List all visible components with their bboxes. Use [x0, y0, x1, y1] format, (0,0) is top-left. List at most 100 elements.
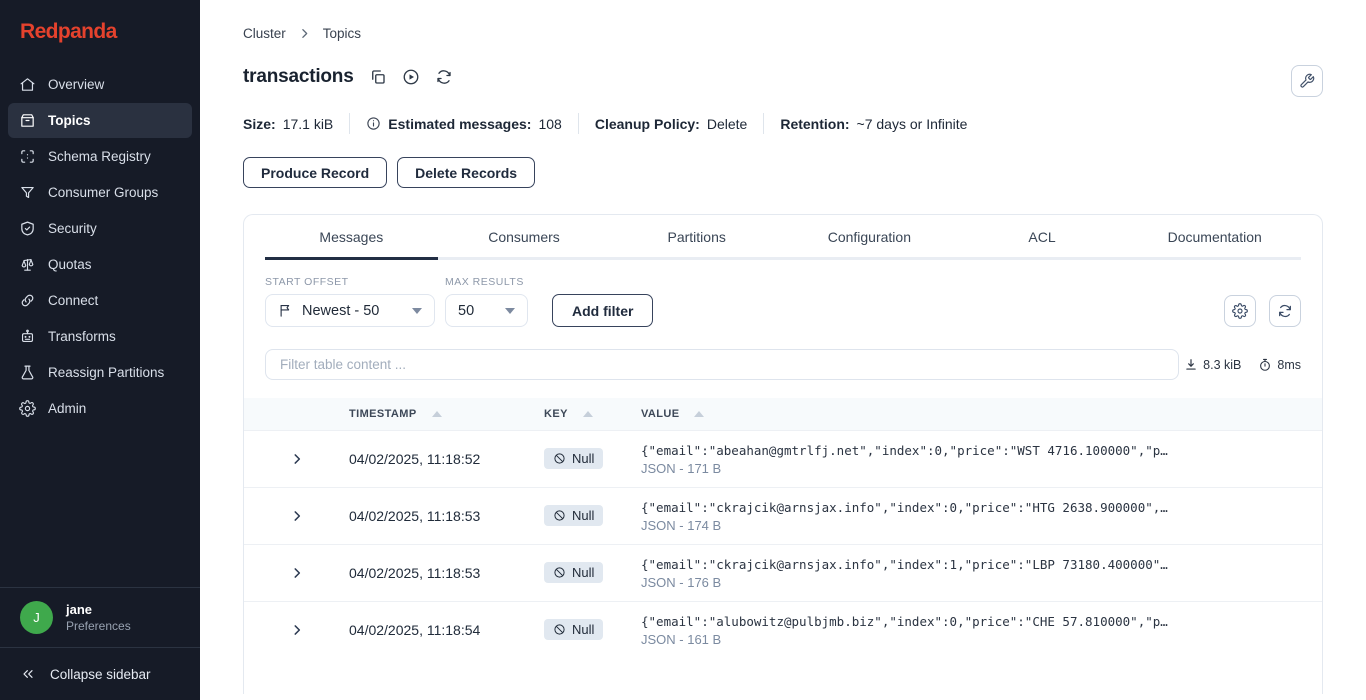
tab-acl[interactable]: ACL: [956, 215, 1129, 257]
sidebar-item-label: Reassign Partitions: [48, 365, 165, 380]
sidebar-item-reassign-partitions[interactable]: Reassign Partitions: [8, 355, 192, 390]
sidebar-item-label: Overview: [48, 77, 105, 92]
user-name: jane: [66, 602, 93, 617]
sidebar: Redpanda Overview Topics Schema Registry…: [0, 0, 200, 700]
message-timestamp: 04/02/2025, 11:18:53: [349, 565, 481, 581]
user-preferences-link[interactable]: Preferences: [66, 619, 131, 633]
expand-row-button[interactable]: [244, 623, 349, 637]
refresh-icon[interactable]: [435, 68, 453, 86]
sidebar-item-label: Schema Registry: [48, 149, 151, 164]
sidebar-item-label: Quotas: [48, 257, 92, 272]
topic-actions: Produce Record Delete Records: [243, 157, 1323, 188]
filter-table-input[interactable]: [265, 349, 1179, 380]
expand-row-button[interactable]: [244, 566, 349, 580]
column-header-timestamp[interactable]: TIMESTAMP: [349, 408, 544, 420]
info-icon: [367, 117, 380, 130]
key-null-badge: Null: [544, 619, 604, 640]
start-offset-label: START OFFSET: [265, 276, 349, 288]
sidebar-item-schema-registry[interactable]: Schema Registry: [8, 139, 192, 174]
sidebar-item-label: Admin: [48, 401, 87, 416]
sidebar-item-security[interactable]: Security: [8, 211, 192, 246]
column-header-value[interactable]: VALUE: [641, 408, 1322, 420]
robot-icon: [21, 329, 34, 343]
sidebar-item-topics[interactable]: Topics: [8, 103, 192, 138]
prohibit-icon: [554, 510, 565, 521]
play-circle-icon[interactable]: [402, 68, 420, 86]
breadcrumb: Cluster Topics: [243, 26, 1323, 41]
prohibit-icon: [554, 453, 565, 464]
gear-icon: [1232, 303, 1248, 319]
copy-icon[interactable]: [369, 68, 387, 86]
stat-cleanup-policy: Cleanup Policy: Delete: [594, 115, 748, 132]
max-results-label: MAX RESULTS: [445, 276, 524, 288]
sort-icon: [431, 411, 442, 417]
delete-records-button[interactable]: Delete Records: [397, 157, 536, 188]
page-title: transactions: [243, 66, 354, 87]
sidebar-item-label: Connect: [48, 293, 99, 308]
tab-messages[interactable]: Messages: [265, 215, 438, 260]
main-content: Cluster Topics transactions Size: 17.1 k…: [200, 0, 1366, 694]
message-value-cell[interactable]: {"email":"ckrajcik@arnsjax.info","index"…: [641, 557, 1322, 590]
fetch-stats: 8.3 kiB 8ms: [1184, 358, 1301, 372]
message-timestamp: 04/02/2025, 11:18:54: [349, 622, 481, 638]
breadcrumb-topics[interactable]: Topics: [323, 26, 361, 41]
sidebar-nav: Overview Topics Schema Registry Consumer…: [0, 60, 200, 433]
refresh-messages-button[interactable]: [1269, 295, 1301, 327]
table-filter-row: 8.3 kiB 8ms: [265, 349, 1301, 380]
column-header-key[interactable]: KEY: [544, 408, 641, 420]
max-results-select[interactable]: 50: [445, 294, 528, 327]
funnel-icon: [21, 186, 34, 199]
table-row: 04/02/2025, 11:18:52 Null {"email":"abea…: [244, 430, 1322, 487]
key-null-badge: Null: [544, 448, 604, 469]
sidebar-item-admin[interactable]: Admin: [8, 391, 192, 426]
message-settings-button[interactable]: [1224, 295, 1256, 327]
sort-icon: [582, 411, 593, 417]
messages-table: TIMESTAMP KEY VALUE 04/02/2025, 11:18:52: [244, 398, 1322, 658]
breadcrumb-cluster[interactable]: Cluster: [243, 26, 286, 41]
topic-tools-button[interactable]: [1291, 65, 1323, 97]
sidebar-item-overview[interactable]: Overview: [8, 67, 192, 102]
start-offset-select[interactable]: Newest - 50: [265, 294, 435, 327]
payload-size: 8.3 kiB: [1184, 358, 1241, 372]
tab-configuration[interactable]: Configuration: [783, 215, 956, 257]
avatar: J: [20, 601, 53, 634]
collapse-sidebar-button[interactable]: Collapse sidebar: [0, 647, 200, 700]
user-profile[interactable]: J jane Preferences: [0, 587, 200, 647]
expand-row-button[interactable]: [244, 509, 349, 523]
sidebar-item-label: Topics: [48, 113, 91, 128]
chevron-right-icon: [293, 625, 300, 635]
table-row: 04/02/2025, 11:18:54 Null {"email":"alub…: [244, 601, 1322, 658]
sidebar-item-quotas[interactable]: Quotas: [8, 247, 192, 282]
message-value-cell[interactable]: {"email":"abeahan@gmtrlfj.net","index":0…: [641, 443, 1322, 476]
scales-icon: [21, 258, 34, 271]
topics-icon: [21, 114, 34, 127]
sidebar-item-transforms[interactable]: Transforms: [8, 319, 192, 354]
title-row: transactions: [243, 66, 1323, 88]
stat-estimated-messages: Estimated messages: 108: [366, 116, 562, 132]
table-row: 04/02/2025, 11:18:53 Null {"email":"ckra…: [244, 487, 1322, 544]
sidebar-item-connect[interactable]: Connect: [8, 283, 192, 318]
flag-icon: [280, 304, 290, 317]
message-value-cell[interactable]: {"email":"ckrajcik@arnsjax.info","index"…: [641, 500, 1322, 533]
table-row: 04/02/2025, 11:18:53 Null {"email":"ckra…: [244, 544, 1322, 601]
chevron-right-icon: [301, 29, 308, 38]
message-meta: JSON - 161 B: [641, 631, 722, 647]
stat-size: Size: 17.1 kiB: [243, 115, 334, 132]
sidebar-item-consumer-groups[interactable]: Consumer Groups: [8, 175, 192, 210]
expand-row-button[interactable]: [244, 452, 349, 466]
produce-record-button[interactable]: Produce Record: [243, 157, 388, 188]
table-header: TIMESTAMP KEY VALUE: [244, 398, 1322, 430]
tab-partitions[interactable]: Partitions: [610, 215, 783, 257]
message-meta: JSON - 171 B: [641, 460, 722, 476]
tab-consumers[interactable]: Consumers: [438, 215, 611, 257]
message-value-cell[interactable]: {"email":"alubowitz@pulbjmb.biz","index"…: [641, 614, 1322, 647]
add-filter-button[interactable]: Add filter: [552, 294, 654, 327]
chevron-down-icon: [412, 307, 422, 314]
message-timestamp: 04/02/2025, 11:18:53: [349, 508, 481, 524]
message-meta: JSON - 174 B: [641, 517, 722, 533]
topic-card: Messages Consumers Partitions Configurat…: [243, 214, 1323, 694]
tab-documentation[interactable]: Documentation: [1128, 215, 1301, 257]
stat-retention: Retention: ~7 days or Infinite: [780, 115, 968, 132]
link-icon: [21, 294, 34, 307]
elapsed-time: 8ms: [1258, 358, 1301, 372]
